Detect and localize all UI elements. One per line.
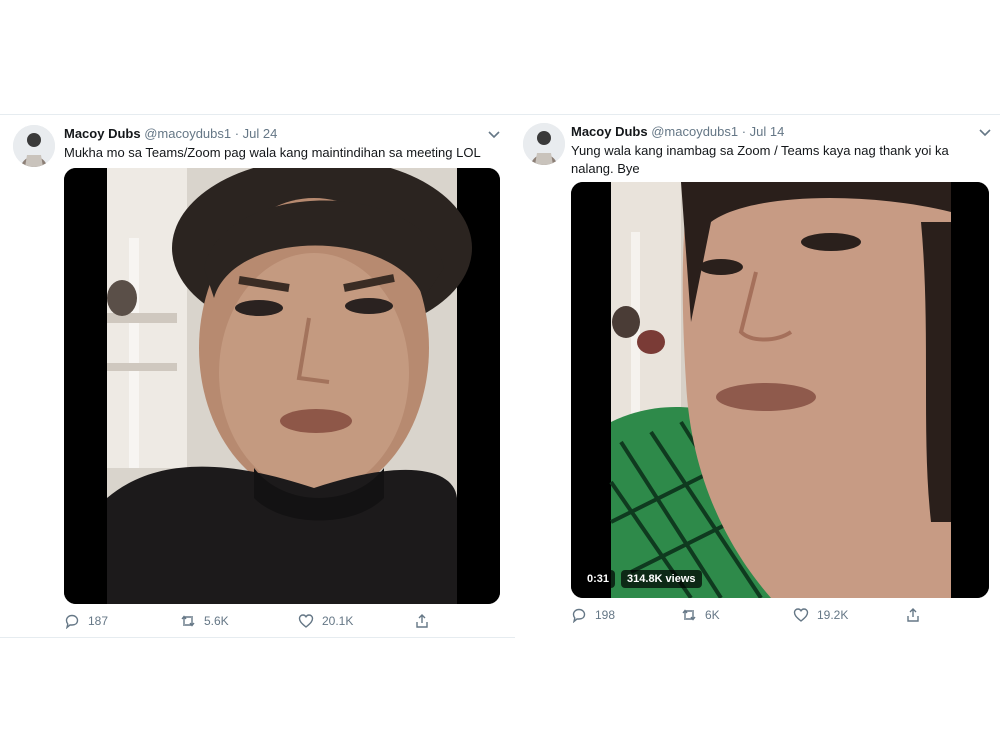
tweet-header: Macoy Dubs @macoydubs1 · Jul 14 (571, 124, 784, 139)
share-icon (416, 614, 428, 628)
author-name[interactable]: Macoy Dubs (571, 124, 648, 139)
tweet-date[interactable]: · Jul 14 (742, 124, 785, 139)
like-count: 19.2K (817, 608, 849, 622)
video-views: 314.8K views (621, 570, 702, 588)
tweet-actions: 198 6K 19.2K (571, 607, 921, 623)
video-overlay: 0:31 314.8K views (581, 570, 702, 588)
reply-button[interactable]: 198 (571, 607, 681, 623)
chevron-down-icon[interactable] (977, 124, 993, 140)
video-duration: 0:31 (581, 570, 616, 588)
reply-icon (65, 614, 79, 629)
tweet-header: Macoy Dubs @macoydubs1 · Jul 24 (64, 126, 277, 141)
author-name[interactable]: Macoy Dubs (64, 126, 141, 141)
reply-button[interactable]: 187 (64, 613, 180, 629)
reply-count: 198 (595, 608, 616, 622)
retweet-count: 6K (705, 608, 720, 622)
like-button[interactable]: 20.1K (298, 613, 414, 629)
avatar[interactable] (523, 123, 565, 165)
retweet-icon (181, 615, 195, 627)
like-button[interactable]: 19.2K (793, 607, 905, 623)
retweet-count: 5.6K (204, 614, 229, 628)
reply-count: 187 (88, 614, 109, 628)
like-count: 20.1K (322, 614, 354, 628)
author-handle[interactable]: @macoydubs1 (144, 126, 231, 141)
tweet-date[interactable]: · Jul 24 (235, 126, 278, 141)
media-image (64, 168, 500, 604)
chevron-down-icon[interactable] (486, 126, 502, 142)
tweet-video[interactable]: 0:31 314.8K views (571, 182, 989, 598)
video-frame (571, 182, 989, 598)
like-icon (298, 614, 314, 628)
share-icon (907, 608, 919, 622)
retweet-button[interactable]: 6K (681, 607, 793, 623)
share-button[interactable] (414, 613, 430, 629)
like-icon (793, 608, 809, 622)
avatar[interactable] (13, 125, 55, 167)
share-button[interactable] (905, 607, 921, 623)
tweet-media[interactable] (64, 168, 500, 604)
retweet-button[interactable]: 5.6K (180, 613, 298, 629)
author-handle[interactable]: @macoydubs1 (651, 124, 738, 139)
tweet-actions: 187 5.6K 20.1K (64, 613, 430, 629)
tweet-text: Mukha mo sa Teams/Zoom pag wala kang mai… (64, 145, 481, 160)
tweet-card[interactable]: Macoy Dubs @macoydubs1 · Jul 24 Mukha mo… (0, 114, 515, 638)
tweet-card[interactable]: Macoy Dubs @macoydubs1 · Jul 14 Yung wal… (515, 114, 1000, 637)
retweet-icon (682, 609, 696, 621)
tweet-text: Yung wala kang inambag sa Zoom / Teams k… (571, 143, 949, 176)
reply-icon (572, 608, 586, 623)
